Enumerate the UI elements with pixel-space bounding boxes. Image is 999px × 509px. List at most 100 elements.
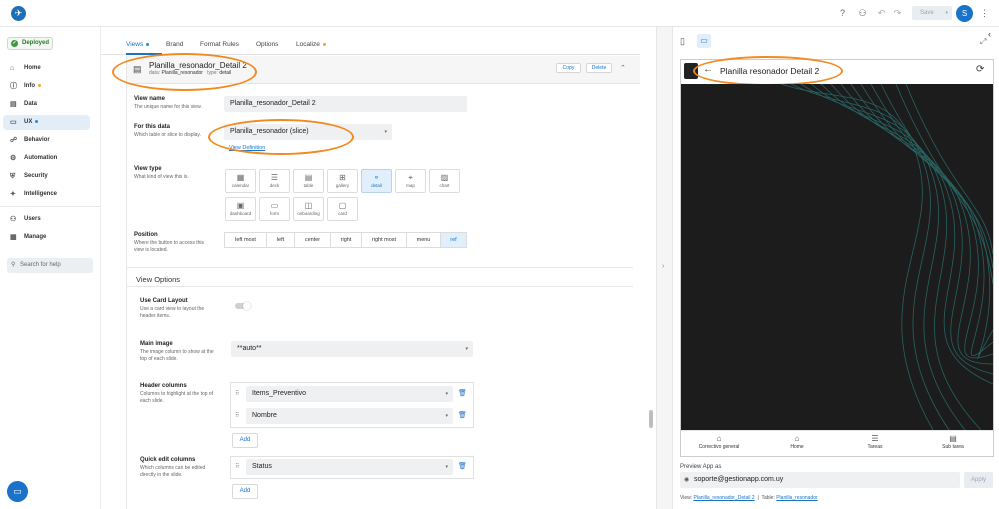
top-bar — [0, 0, 999, 27]
position-center[interactable]: center — [294, 232, 331, 248]
view-type-map[interactable]: ⌖ map — [395, 169, 426, 193]
position-menu[interactable]: menu — [406, 232, 441, 248]
open-external-icon[interactable]: ⤢ — [980, 37, 986, 47]
ux-icon: ▭ — [10, 119, 17, 126]
view-name-input[interactable]: Planilla_resonador_Detail 2 — [224, 96, 467, 112]
decorative-lines-image — [780, 84, 993, 430]
tab-brand[interactable]: Brand — [166, 41, 183, 48]
dashboard-icon: ▣ — [236, 201, 245, 210]
save-button[interactable]: Save ▾ — [912, 6, 952, 20]
sidebar-item-home[interactable]: ⌂ Home — [3, 61, 90, 76]
sidebar-item-manage[interactable]: ▦ Manage — [3, 230, 90, 245]
view-type-detail[interactable]: ⚬ detail — [361, 169, 392, 193]
sidebar-item-automation[interactable]: ⚙ Automation — [3, 151, 90, 166]
collapse-icon[interactable]: ⌃ — [620, 64, 626, 72]
automation-icon: ⚙ — [10, 155, 17, 162]
view-type-hint: What kind of view this is. — [134, 174, 189, 180]
sidebar-item-users[interactable]: ⚇ Users — [3, 212, 90, 227]
gallery-icon: ⊞ — [339, 173, 346, 182]
deployed-badge[interactable]: ✓ Deployed — [7, 37, 53, 50]
home-icon: ⌂ — [716, 434, 722, 443]
tablet-device-icon[interactable]: ▭ — [697, 34, 711, 48]
view-type-card[interactable]: ▢ card — [327, 197, 358, 221]
delete-icon[interactable]: 🗑 — [458, 462, 467, 470]
nav-item-sub-tarea[interactable]: ▤ Sub tarea — [918, 434, 988, 450]
main-image-select[interactable]: **auto** ▾ — [231, 341, 473, 357]
position-ref[interactable]: ref — [440, 232, 467, 248]
chevron-left-icon[interactable]: ‹ — [988, 29, 991, 39]
security-icon: ⛨ — [10, 173, 16, 180]
drag-handle-icon[interactable]: ⠿ — [235, 412, 239, 419]
view-type-gallery[interactable]: ⊞ gallery — [327, 169, 358, 193]
main-image-label: Main image — [140, 341, 173, 347]
sidebar-item-info[interactable]: ⓘ Info — [3, 79, 90, 94]
undo-icon[interactable]: ↶ — [876, 8, 887, 19]
apply-button[interactable]: Apply — [964, 472, 993, 488]
main-image-hint: The image column to show at the top of e… — [140, 349, 214, 362]
card-icon: ▢ — [338, 201, 347, 210]
view-type-calendar[interactable]: ▦ calendar — [225, 169, 256, 193]
nav-item-correctivo-general[interactable]: ⌂ Correctivo general — [684, 434, 754, 450]
tab-localize[interactable]: Localize — [296, 41, 326, 48]
for-data-label: For this data — [134, 124, 171, 130]
delete-icon[interactable]: 🗑 — [458, 389, 467, 397]
position-left[interactable]: left — [266, 232, 295, 248]
panel-splitter[interactable] — [656, 27, 673, 509]
header-column-select[interactable]: Nombre ▾ — [246, 408, 453, 424]
map-icon: ⌖ — [408, 173, 413, 182]
nav-item-tareas[interactable]: ☰ Tareas — [840, 434, 910, 450]
drag-handle-icon[interactable]: ⠿ — [235, 463, 239, 470]
share-users-icon[interactable]: ⚇ — [857, 8, 868, 19]
view-type-onboarding[interactable]: ◫ onboarding — [293, 197, 324, 221]
add-header-column-button[interactable]: Add — [232, 433, 258, 448]
info-icon: ⓘ — [10, 83, 17, 90]
scrollbar[interactable] — [649, 410, 653, 428]
sidebar-divider — [0, 206, 100, 207]
sidebar-item-behavior[interactable]: ☍ Behavior — [3, 133, 90, 148]
footer-view-link[interactable]: Planilla_resonador_Detail 2 — [694, 495, 755, 501]
quick-edit-column-select[interactable]: Status ▾ — [246, 459, 453, 475]
view-type-table[interactable]: ▤ table — [293, 169, 324, 193]
for-data-hint: Which table or slice to display. — [134, 132, 201, 138]
help-icon[interactable]: ? — [837, 8, 848, 19]
quick-edit-label: Quick edit columns — [140, 457, 196, 463]
view-type-form[interactable]: ▭ form — [259, 197, 290, 221]
chevron-right-icon[interactable]: › — [662, 263, 664, 270]
nav-item-home[interactable]: ⌂ Home — [762, 434, 832, 450]
app-logo-icon[interactable]: ✈ — [11, 6, 26, 21]
delete-icon[interactable]: 🗑 — [458, 411, 467, 419]
position-right[interactable]: right — [330, 232, 362, 248]
tab-views[interactable]: Views — [126, 41, 150, 48]
redo-icon[interactable]: ↷ — [892, 8, 903, 19]
tab-options[interactable]: Options — [256, 41, 278, 48]
data-icon: ▤ — [10, 101, 17, 108]
add-quick-edit-button[interactable]: Add — [232, 484, 258, 499]
tab-format-rules[interactable]: Format Rules — [200, 41, 239, 48]
more-options-icon[interactable]: ⋮ — [979, 8, 990, 19]
preview-email-input[interactable]: ◉ soporte@gestionapp.com.uy — [680, 472, 960, 488]
chat-button[interactable]: ▭ — [7, 481, 28, 502]
mobile-device-icon[interactable]: ▯ — [680, 36, 685, 47]
sidebar-item-data[interactable]: ▤ Data — [3, 97, 90, 112]
view-type-deck[interactable]: ☰ deck — [259, 169, 290, 193]
home-icon: ⌂ — [794, 434, 800, 443]
card-layout-toggle[interactable] — [235, 302, 251, 310]
header-column-select[interactable]: Items_Preventivo ▾ — [246, 386, 453, 402]
status-dot — [38, 83, 41, 87]
avatar[interactable]: S — [956, 5, 973, 22]
refresh-icon[interactable]: ⟳ — [976, 64, 984, 75]
detail-icon: ⚬ — [373, 173, 380, 182]
sidebar-item-security[interactable]: ⛨ Security — [3, 169, 90, 184]
sidebar-item-ux[interactable]: ▭ UX — [3, 115, 90, 130]
sidebar-item-intelligence[interactable]: ✦ Intelligence — [3, 187, 90, 202]
help-search-input[interactable]: ⚲ Search for help — [7, 258, 93, 273]
behavior-icon: ☍ — [10, 137, 18, 144]
footer-table-link[interactable]: Planilla_resonador — [776, 495, 817, 501]
delete-button[interactable]: Delete — [586, 63, 612, 73]
view-type-chart[interactable]: ▨ chart — [429, 169, 460, 193]
view-type-dashboard[interactable]: ▣ dashboard — [225, 197, 256, 221]
position-left-most[interactable]: left most — [224, 232, 267, 248]
position-right-most[interactable]: right most — [361, 232, 407, 248]
drag-handle-icon[interactable]: ⠿ — [235, 390, 239, 397]
copy-button[interactable]: Copy — [556, 63, 581, 73]
